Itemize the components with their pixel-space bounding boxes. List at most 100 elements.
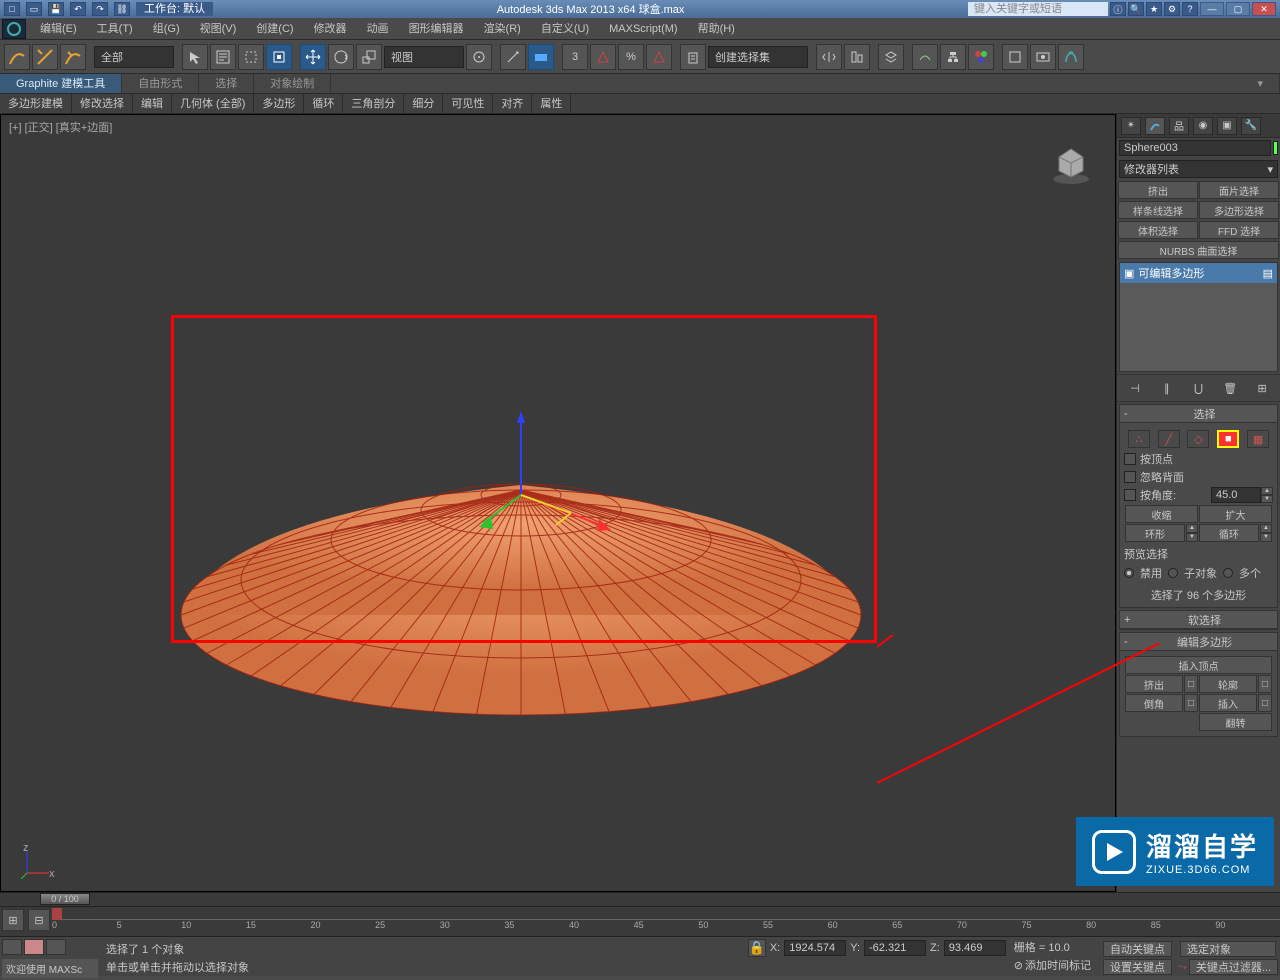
render-icon[interactable] [1058, 44, 1084, 70]
maximize-button[interactable]: ▢ [1226, 2, 1250, 16]
help-icon[interactable]: ? [1182, 2, 1198, 16]
ring-up[interactable]: ▲ [1186, 524, 1198, 533]
refcoord-dropdown[interactable]: 视图 [384, 46, 464, 68]
trackbar-btn1[interactable]: ⊞ [2, 909, 24, 931]
link-icon[interactable] [4, 44, 30, 70]
layer-icon[interactable] [878, 44, 904, 70]
angle-snap-icon[interactable] [590, 44, 616, 70]
tab-graphite[interactable]: Graphite 建模工具 [0, 74, 122, 93]
sub-geom[interactable]: 几何体 (全部) [172, 94, 254, 113]
ribbon-collapse-icon[interactable]: ▾ [1241, 74, 1280, 93]
sub-props[interactable]: 属性 [532, 94, 571, 113]
scale-icon[interactable] [356, 44, 382, 70]
set-key-button[interactable]: 设置关键点 [1103, 959, 1172, 975]
maxscript-prompt[interactable]: 欢迎使用 MAXSc [2, 959, 98, 978]
filter-dropdown[interactable]: 全部 [94, 46, 174, 68]
trackbar-ticks[interactable]: 051015202530354045505560657075808590 [52, 919, 1280, 933]
tab-motion-icon[interactable]: ◉ [1193, 117, 1213, 135]
coord-y[interactable]: -62.321 [864, 940, 926, 956]
tab-hierarchy-icon[interactable]: 品 [1169, 117, 1189, 135]
remove-mod-icon[interactable]: 🗑 [1221, 379, 1239, 397]
tab-freeform[interactable]: 自由形式 [122, 74, 199, 93]
menu-rendering[interactable]: 渲染(R) [474, 18, 531, 40]
menu-views[interactable]: 视图(V) [190, 18, 247, 40]
add-time-tag[interactable]: 添加时间标记 [1025, 957, 1091, 973]
menu-group[interactable]: 组(G) [143, 18, 190, 40]
modifier-stack[interactable]: ▣ 可编辑多边形 ▤ [1119, 262, 1278, 372]
btn-patchsel[interactable]: 面片选择 [1199, 181, 1279, 199]
key-filters-button[interactable]: 关键点过滤器... [1189, 959, 1278, 975]
menu-maxscript[interactable]: MAXScript(M) [599, 18, 687, 40]
info-icon[interactable]: ⓘ [1110, 2, 1126, 16]
render-frame-icon[interactable] [1030, 44, 1056, 70]
configure-icon[interactable]: ⊞ [1253, 379, 1271, 397]
redo-icon[interactable]: ↷ [92, 2, 108, 16]
btn-inset-settings[interactable]: □ [1258, 694, 1272, 712]
stack-item-editable-poly[interactable]: ▣ 可编辑多边形 ▤ [1120, 263, 1277, 283]
window-crossing-icon[interactable] [266, 44, 292, 70]
loop-down[interactable]: ▼ [1260, 533, 1272, 542]
menu-create[interactable]: 创建(C) [246, 18, 303, 40]
close-button[interactable]: ✕ [1252, 2, 1276, 16]
sub-polygons[interactable]: 多边形 [254, 94, 304, 113]
angle-down[interactable]: ▼ [1261, 495, 1273, 503]
undo-icon[interactable]: ↶ [70, 2, 86, 16]
menu-help[interactable]: 帮助(H) [688, 18, 745, 40]
app-icon[interactable] [2, 19, 26, 39]
auto-key-button[interactable]: 自动关键点 [1103, 941, 1172, 957]
unlink-icon[interactable] [32, 44, 58, 70]
radio-multi[interactable] [1223, 568, 1233, 578]
loop-up[interactable]: ▲ [1260, 524, 1272, 533]
object-name-input[interactable] [1119, 140, 1271, 156]
modifier-list-dropdown[interactable]: 修改器列表 ▾ [1119, 160, 1278, 178]
workspace-dropdown[interactable]: 工作台: 默认 [136, 2, 213, 16]
rotate-icon[interactable] [328, 44, 354, 70]
tab-selection[interactable]: 选择 [199, 74, 254, 93]
key-icon[interactable]: ⤳ [1178, 961, 1187, 974]
schematic-icon[interactable] [940, 44, 966, 70]
center-icon[interactable] [466, 44, 492, 70]
btn-grow[interactable]: 扩大 [1199, 505, 1272, 523]
subobj-polygon[interactable]: ■ [1217, 430, 1239, 448]
chk-ignore-back[interactable] [1124, 471, 1136, 483]
search-icon[interactable]: 🔍 [1128, 2, 1144, 16]
trackbar-btn2[interactable]: ⊟ [28, 909, 50, 931]
sub-visibility[interactable]: 可见性 [443, 94, 493, 113]
btn-polysel[interactable]: 多边形选择 [1199, 201, 1279, 219]
lock-icon[interactable]: 🔒 [748, 939, 766, 957]
chk-by-angle[interactable] [1124, 489, 1136, 501]
named-selset-dropdown[interactable]: 创建选择集 [708, 46, 808, 68]
angle-value[interactable]: 45.0 [1211, 487, 1261, 503]
menu-grapheditors[interactable]: 图形编辑器 [399, 18, 474, 40]
curve-editor-icon[interactable] [912, 44, 938, 70]
btn-bevel[interactable]: 倒角 [1125, 694, 1183, 712]
render-setup-icon[interactable] [1002, 44, 1028, 70]
btn-insert-vertex[interactable]: 插入顶点 [1125, 656, 1272, 674]
open-icon[interactable]: ▭ [26, 2, 42, 16]
menu-edit[interactable]: 编辑(E) [30, 18, 87, 40]
sub-edit[interactable]: 编辑 [133, 94, 172, 113]
mini-btn3[interactable] [46, 939, 66, 955]
btn-bevel-settings[interactable]: □ [1184, 694, 1198, 712]
make-unique-icon[interactable]: ⋃ [1189, 379, 1207, 397]
radio-disable[interactable] [1124, 568, 1134, 578]
move-icon[interactable] [300, 44, 326, 70]
object-color-swatch[interactable] [1273, 141, 1278, 155]
btn-loop[interactable]: 循环 [1199, 524, 1259, 542]
btn-inset[interactable]: 插入 [1199, 694, 1257, 712]
time-tag-icon[interactable]: ⊘ [1014, 959, 1023, 972]
btn-extrude-poly[interactable]: 挤出 [1125, 675, 1183, 693]
subobj-edge[interactable]: ╱ [1158, 430, 1180, 448]
bind-icon[interactable] [60, 44, 86, 70]
rollout-toggle[interactable]: - [1124, 408, 1136, 420]
subobj-vertex[interactable]: ∴ [1128, 430, 1150, 448]
btn-nurbssel[interactable]: NURBS 曲面选择 [1118, 241, 1279, 259]
btn-extrude[interactable]: 挤出 [1118, 181, 1198, 199]
rollout-toggle[interactable]: + [1124, 614, 1136, 626]
show-end-icon[interactable]: ∥ [1158, 379, 1176, 397]
coord-z[interactable]: 93.469 [944, 940, 1006, 956]
menu-modifiers[interactable]: 修改器 [304, 18, 357, 40]
btn-outline-settings[interactable]: □ [1258, 675, 1272, 693]
snap-3-icon[interactable]: 3 [562, 44, 588, 70]
coord-x[interactable]: 1924.574 [784, 940, 846, 956]
